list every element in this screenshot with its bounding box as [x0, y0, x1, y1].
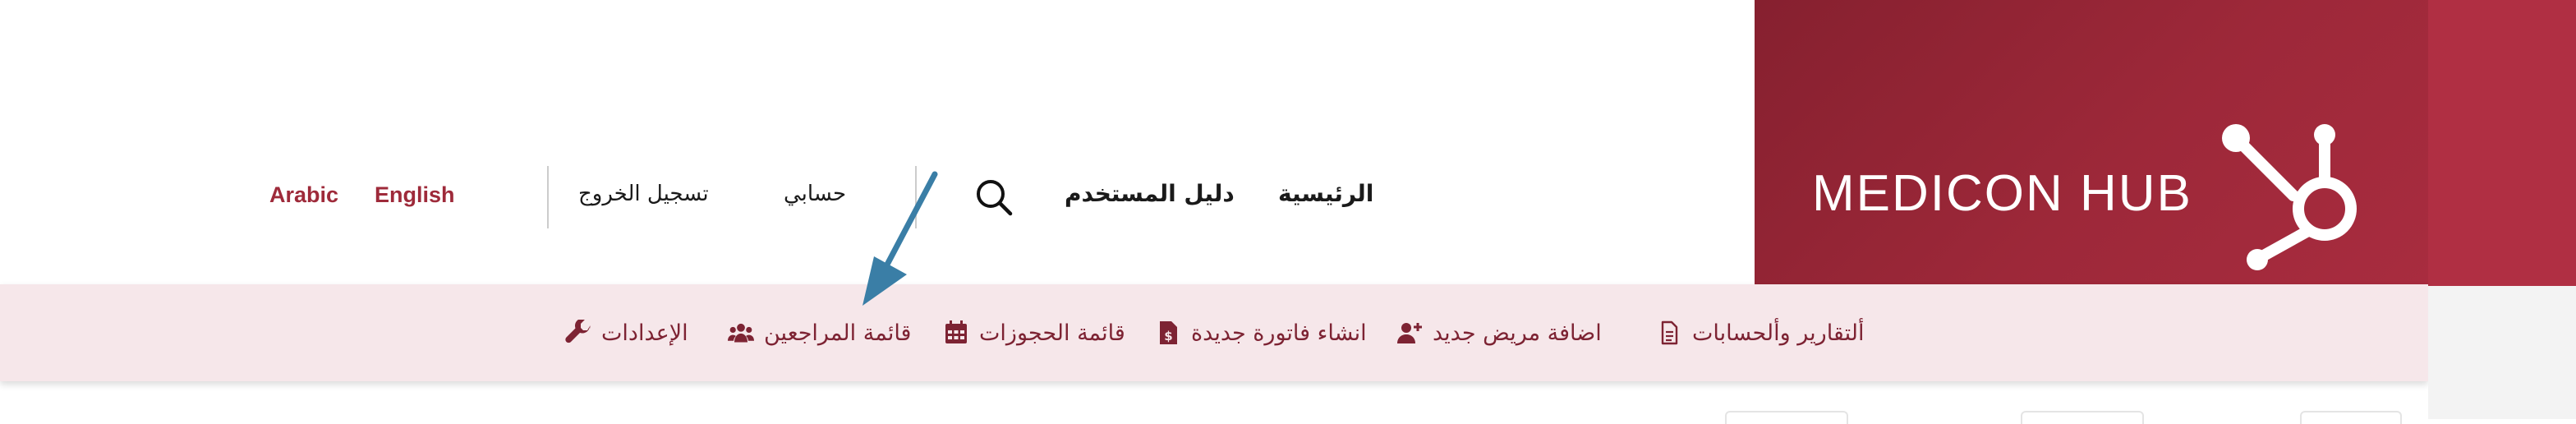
subnav-add-patient[interactable]: اضافة مريض جديد — [1396, 284, 1602, 381]
search-icon[interactable] — [973, 176, 1015, 219]
add-user-icon — [1397, 323, 1422, 343]
header-divider — [915, 166, 917, 228]
lang-english-link[interactable]: English — [375, 182, 455, 208]
subnav-label: الإعدادات — [601, 320, 688, 346]
brand-panel-extension — [2428, 0, 2576, 286]
my-account-link[interactable]: حسابي — [784, 182, 846, 206]
subnav-label: انشاء فاتورة جديدة — [1191, 320, 1367, 346]
subnav-bookings-list[interactable]: قائمة الحجوزات — [943, 284, 1125, 381]
subnav-label: اضافة مريض جديد — [1433, 320, 1602, 346]
content-tab[interactable] — [2021, 411, 2144, 424]
invoice-icon: $ — [1160, 321, 1177, 344]
page-background-panel — [2428, 286, 2576, 419]
content-tab[interactable] — [1725, 411, 1848, 424]
hub-logo-icon[interactable] — [2218, 117, 2374, 273]
document-icon — [1661, 320, 1678, 345]
brand-name[interactable]: MEDICON HUB — [1812, 164, 2192, 223]
content-tab[interactable] — [2300, 411, 2402, 424]
secondary-nav-bar: ألتقارير وألحسابات اضافة مريض جديد $ انش… — [0, 284, 2428, 381]
subnav-settings[interactable]: الإعدادات — [565, 284, 688, 381]
subnav-label: ألتقارير وألحسابات — [1692, 320, 1865, 346]
subnav-label: قائمة المراجعين — [764, 320, 912, 346]
subnav-label: قائمة الحجوزات — [979, 320, 1125, 346]
nav-home-link[interactable]: الرئيسية — [1278, 180, 1373, 207]
svg-text:$: $ — [1164, 329, 1172, 343]
subnav-new-invoice[interactable]: $ انشاء فاتورة جديدة — [1155, 284, 1367, 381]
subnav-visitors-list[interactable]: قائمة المراجعين — [728, 284, 911, 381]
calendar-icon — [945, 320, 967, 343]
subnav-reports-accounts[interactable]: ألتقارير وألحسابات — [1656, 284, 1864, 381]
nav-user-guide-link[interactable]: دليل المستخدم — [1065, 180, 1235, 207]
wrench-icon — [565, 320, 591, 343]
lang-arabic-link[interactable]: Arabic — [269, 182, 338, 208]
users-icon — [728, 323, 754, 343]
logout-link[interactable]: تسجيل الخروج — [578, 182, 709, 206]
header-divider — [547, 166, 549, 228]
